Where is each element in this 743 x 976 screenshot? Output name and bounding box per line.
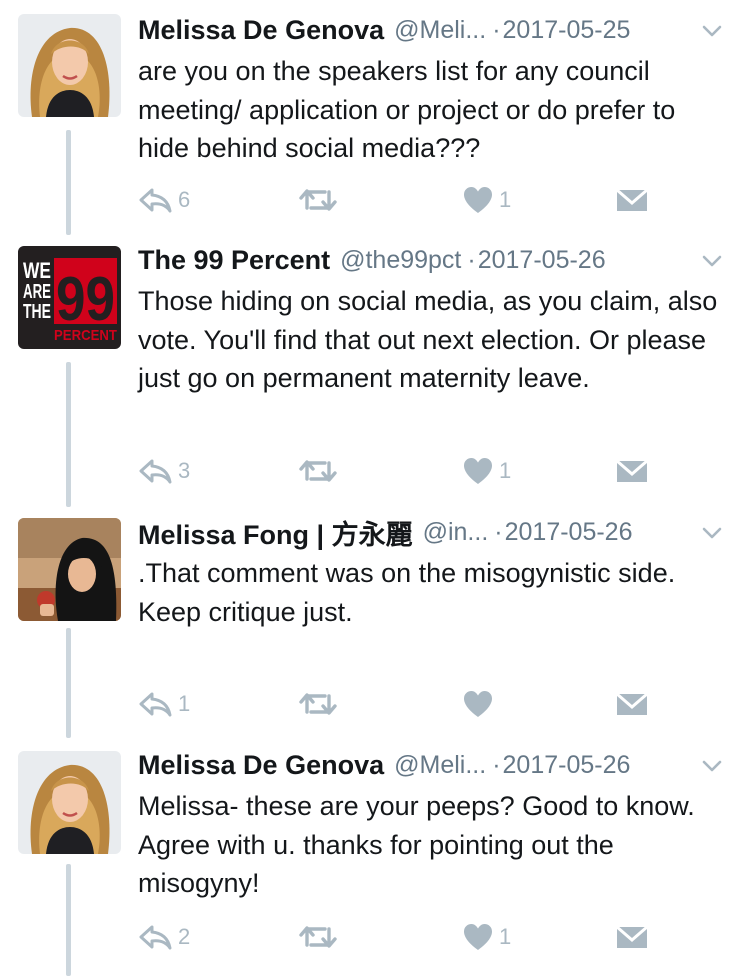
direct-message-button[interactable]	[616, 920, 648, 954]
retweet-icon	[299, 460, 337, 482]
author-handle[interactable]: @the99pct	[340, 246, 461, 275]
direct-message-button[interactable]	[616, 454, 648, 488]
avatar-logo-text: WE	[23, 258, 51, 283]
author-name[interactable]: Melissa De Genova	[138, 750, 384, 781]
like-button[interactable]	[463, 687, 499, 721]
tweet-text-line: Those hiding on social media, as you cla…	[138, 286, 718, 393]
retweet-button[interactable]	[298, 454, 344, 488]
tweet-text: .That comment was on the misogynistic si…	[138, 554, 725, 631]
envelope-icon	[616, 925, 648, 948]
heart-icon	[464, 691, 492, 717]
retweet-button[interactable]	[298, 920, 344, 954]
retweet-button[interactable]	[298, 687, 344, 721]
envelope-icon	[616, 692, 648, 715]
separator-dot: ·	[492, 750, 501, 779]
tweet[interactable]: Melissa Fong | 方永麗 @in... · 2017-05-26 .…	[0, 512, 743, 734]
author-name[interactable]: Melissa De Genova	[138, 15, 384, 46]
avatar[interactable]	[18, 518, 121, 621]
author-name[interactable]: Melissa Fong | 方永麗	[138, 513, 413, 552]
tweet-text: Melissa- these are your peeps? Good to k…	[138, 787, 725, 903]
tweet-text-line: Keep critique just.	[138, 596, 353, 627]
retweet-button[interactable]	[298, 183, 344, 217]
tweet-actions: 2 1	[138, 920, 658, 954]
reply-button[interactable]: 3	[138, 454, 190, 488]
tweet-actions: 6 1	[138, 183, 658, 217]
reply-icon	[139, 459, 172, 484]
avatar[interactable]: WE ARE THE 99 PERCENT	[18, 246, 121, 349]
tweet-text: are you on the speakers list for any cou…	[138, 52, 725, 168]
like-button[interactable]: 1	[463, 454, 511, 488]
heart-icon	[464, 187, 492, 213]
like-count: 1	[499, 458, 512, 483]
reply-icon	[139, 692, 172, 717]
tweet[interactable]: WE ARE THE 99 PERCENT The 99 Percent @th…	[0, 240, 743, 500]
reply-count: 1	[178, 691, 191, 716]
tweet-date[interactable]: 2017-05-25	[503, 16, 631, 45]
tweet-date[interactable]: 2017-05-26	[505, 518, 633, 547]
avatar-logo-text: PERCENT	[54, 327, 117, 344]
author-handle[interactable]: @Meli...	[394, 16, 486, 45]
tweet-actions: 3 1	[138, 454, 658, 488]
heart-icon	[464, 458, 492, 484]
chevron-down-icon[interactable]	[701, 755, 723, 777]
author-name[interactable]: The 99 Percent	[138, 245, 330, 276]
avatar-logo-text: ARE	[23, 281, 51, 303]
retweet-icon	[299, 693, 337, 715]
separator-dot: ·	[492, 15, 501, 44]
envelope-icon	[616, 459, 648, 482]
like-count: 1	[499, 924, 512, 949]
tweet-date[interactable]: 2017-05-26	[503, 751, 631, 780]
tweet-actions: 1	[138, 687, 658, 721]
like-count: 1	[499, 187, 512, 212]
author-handle[interactable]: @in...	[423, 518, 489, 547]
chevron-down-icon[interactable]	[701, 20, 723, 42]
like-button[interactable]: 1	[463, 183, 511, 217]
reply-count: 6	[178, 187, 191, 212]
direct-message-button[interactable]	[616, 183, 648, 217]
direct-message-button[interactable]	[616, 687, 648, 721]
like-button[interactable]: 1	[463, 920, 511, 954]
tweet-text: Those hiding on social media, as you cla…	[138, 282, 725, 398]
reply-button[interactable]: 1	[138, 687, 190, 721]
tweet-date[interactable]: 2017-05-26	[478, 246, 606, 275]
avatar[interactable]	[18, 751, 121, 854]
separator-dot: ·	[467, 245, 476, 274]
avatar-logo-text: THE	[23, 301, 51, 323]
separator-dot: ·	[494, 517, 503, 546]
tweet-text-line: .That comment was on the misogynistic si…	[138, 558, 676, 588]
tweet[interactable]: Melissa De Genova @Meli... · 2017-05-25 …	[0, 10, 743, 230]
reply-icon	[139, 188, 172, 213]
heart-icon	[464, 924, 492, 950]
avatar-logo-number: 99	[56, 265, 115, 334]
tweet-text-line: Melissa- these are your peeps? Good to k…	[138, 791, 695, 898]
retweet-icon	[299, 926, 337, 948]
reply-count: 2	[178, 924, 191, 949]
chevron-down-icon[interactable]	[701, 522, 723, 544]
reply-button[interactable]: 6	[138, 183, 190, 217]
retweet-icon	[299, 189, 337, 211]
reply-button[interactable]: 2	[138, 920, 190, 954]
tweet-text-line: are you on the speakers list for any cou…	[138, 56, 676, 163]
chevron-down-icon[interactable]	[701, 250, 723, 272]
reply-count: 3	[178, 458, 191, 483]
tweet[interactable]: Melissa De Genova @Meli... · 2017-05-26 …	[0, 745, 743, 970]
reply-icon	[139, 925, 172, 950]
author-handle[interactable]: @Meli...	[394, 751, 486, 780]
envelope-icon	[616, 188, 648, 211]
avatar[interactable]	[18, 14, 121, 117]
